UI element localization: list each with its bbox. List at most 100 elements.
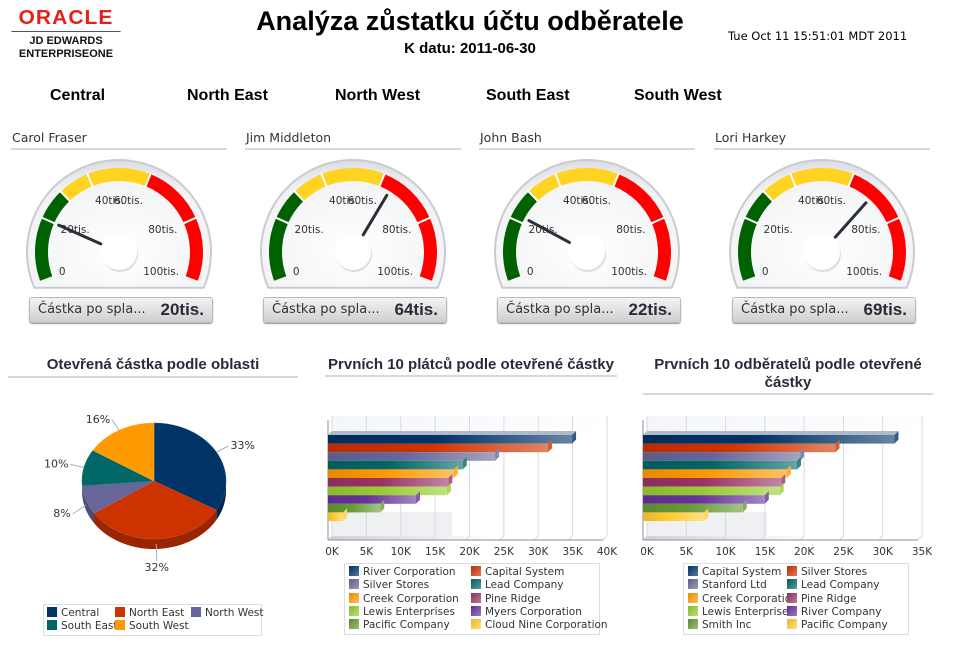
x-tick-label: 5K bbox=[360, 546, 375, 558]
pie-data-label: 32% bbox=[145, 561, 169, 574]
gauge-readout-value: 22tis. bbox=[628, 300, 672, 319]
divider bbox=[8, 376, 298, 378]
x-tick-label: 0K bbox=[325, 546, 340, 558]
gauge-readout-value: 20tis. bbox=[160, 300, 204, 319]
region-south-east[interactable]: South East bbox=[486, 87, 570, 105]
gauge-readout-value: 64tis. bbox=[394, 300, 438, 319]
legend-swatch bbox=[349, 566, 359, 576]
bar bbox=[328, 469, 454, 478]
region-north-west[interactable]: North West bbox=[335, 87, 420, 105]
logo-line2: ENTERPRISEONE bbox=[18, 48, 114, 60]
gauge-owner-name: Jim Middleton bbox=[245, 130, 461, 150]
legend-label: North West bbox=[205, 607, 264, 619]
legend-item: River Company bbox=[787, 605, 882, 618]
gauge-hub bbox=[101, 234, 137, 270]
gauge-hub bbox=[804, 234, 840, 270]
legend-label: River Corporation bbox=[363, 566, 456, 578]
legend-item: Cloud Nine Corporation bbox=[471, 619, 608, 631]
legend-swatch bbox=[688, 592, 698, 603]
gauge-tick-label: 60tis. bbox=[348, 195, 377, 207]
gauge-tick-label: 100tis. bbox=[846, 266, 882, 278]
x-tick-label: 15K bbox=[425, 546, 446, 558]
bar-chart-1-header: Prvních 10 plátců podle otevřené částky bbox=[325, 356, 617, 377]
gauge-readout-label: Částka po spla... bbox=[272, 302, 380, 317]
logo-brand: ORACLE bbox=[11, 8, 121, 32]
bar bbox=[643, 478, 782, 487]
bar bbox=[328, 486, 447, 496]
legend-swatch bbox=[688, 566, 698, 576]
x-tick-label: 10K bbox=[391, 546, 412, 558]
as-of-date: K datu: 2011-06-30 bbox=[404, 40, 536, 57]
pie-chart-header: Otevřená částka podle oblasti bbox=[8, 356, 298, 378]
legend-item: Lead Company bbox=[787, 579, 880, 591]
legend-item: Myers Corporation bbox=[471, 605, 582, 618]
gauge-owner-name: John Bash bbox=[479, 130, 695, 150]
bar-chart-2-title: Prvních 10 odběratelů podle otevřené čás… bbox=[654, 356, 922, 391]
gauge: 020tis.40tis.60tis.80tis.100tis. bbox=[494, 159, 680, 289]
legend-label: Smith Inc bbox=[702, 619, 752, 632]
bar-top bbox=[328, 431, 577, 435]
legend-swatch bbox=[471, 592, 481, 603]
divider bbox=[643, 393, 933, 395]
legend-label: Lead Company bbox=[485, 579, 564, 592]
legend-label: Silver Stores bbox=[363, 579, 430, 592]
legend-item: Pacific Company bbox=[787, 619, 888, 631]
gauge-tick-label: 20tis. bbox=[295, 224, 324, 236]
legend-item: Lead Company bbox=[471, 579, 564, 591]
gauge: 020tis.40tis.60tis.80tis.100tis. bbox=[729, 159, 915, 289]
region-north-east[interactable]: North East bbox=[187, 87, 268, 105]
logo-line1: JD EDWARDS bbox=[29, 35, 103, 47]
legend-label: Pacific Company bbox=[363, 619, 450, 632]
timestamp: Tue Oct 11 15:51:01 MDT 2011 bbox=[728, 29, 908, 43]
bar bbox=[643, 512, 705, 521]
page-title: Analýza zůstatku účtu odběratele bbox=[256, 6, 684, 36]
bar bbox=[643, 443, 836, 453]
bar bbox=[643, 469, 787, 478]
bar bbox=[643, 486, 780, 496]
legend-item: Stanford Ltd bbox=[688, 579, 767, 591]
legend-swatch bbox=[688, 619, 698, 630]
gauge-readout-value: 69tis. bbox=[863, 300, 907, 319]
gauge-tick-label: 20tis. bbox=[764, 224, 793, 236]
bar bbox=[328, 435, 573, 444]
legend-swatch bbox=[688, 579, 698, 590]
legend-label: Silver Stores bbox=[801, 566, 868, 578]
legend-swatch bbox=[47, 607, 57, 617]
legend-swatch bbox=[47, 620, 57, 630]
region-central[interactable]: Central bbox=[50, 87, 105, 105]
legend-label: South West bbox=[129, 620, 189, 632]
bar bbox=[328, 478, 449, 487]
gauge-tick-label: 80tis. bbox=[851, 224, 880, 236]
bar bbox=[328, 443, 548, 453]
x-tick-label: 0K bbox=[640, 546, 655, 558]
legend-label: Capital System bbox=[485, 566, 565, 578]
pie-leader-line bbox=[72, 504, 87, 515]
gauge-hub bbox=[335, 234, 371, 270]
legend-label: North East bbox=[129, 607, 185, 619]
gauge-tick-label: 60tis. bbox=[817, 195, 846, 207]
gauge-tick-label: 20tis. bbox=[61, 224, 90, 236]
bar bbox=[643, 452, 801, 461]
legend-item: Capital System bbox=[688, 566, 781, 578]
legend-label: Pine Ridge bbox=[485, 592, 541, 605]
legend-item: South East bbox=[47, 620, 118, 632]
gauge-owner-name: Carol Fraser bbox=[11, 130, 227, 150]
legend-swatch bbox=[115, 607, 125, 617]
x-tick-label: 35K bbox=[563, 546, 584, 558]
bar bbox=[328, 495, 416, 504]
legend-label: River Company bbox=[801, 605, 882, 618]
legend-item: Creek Corporation bbox=[688, 592, 798, 605]
bar-chart-2-legend: Capital System Silver Stores Stanford Ltd L… bbox=[683, 563, 909, 635]
gauge: 020tis.40tis.60tis.80tis.100tis. bbox=[260, 159, 446, 289]
legend-label: Stanford Ltd bbox=[702, 579, 767, 592]
gauge-owner-name: Lori Harkey bbox=[714, 130, 930, 150]
bar-chart-1-title: Prvních 10 plátců podle otevřené částky bbox=[328, 356, 614, 373]
x-tick-label: 35K bbox=[912, 546, 933, 558]
pie-chart: 33% 32% 8% 10% 16% bbox=[44, 413, 255, 574]
legend-label: Creek Corporation bbox=[363, 592, 459, 605]
legend-label: Pine Ridge bbox=[801, 592, 857, 605]
x-tick-label: 30K bbox=[528, 546, 549, 558]
pie-leader-line bbox=[70, 464, 85, 468]
region-south-west[interactable]: South West bbox=[634, 87, 722, 105]
legend-item: Creek Corporation bbox=[349, 592, 459, 605]
